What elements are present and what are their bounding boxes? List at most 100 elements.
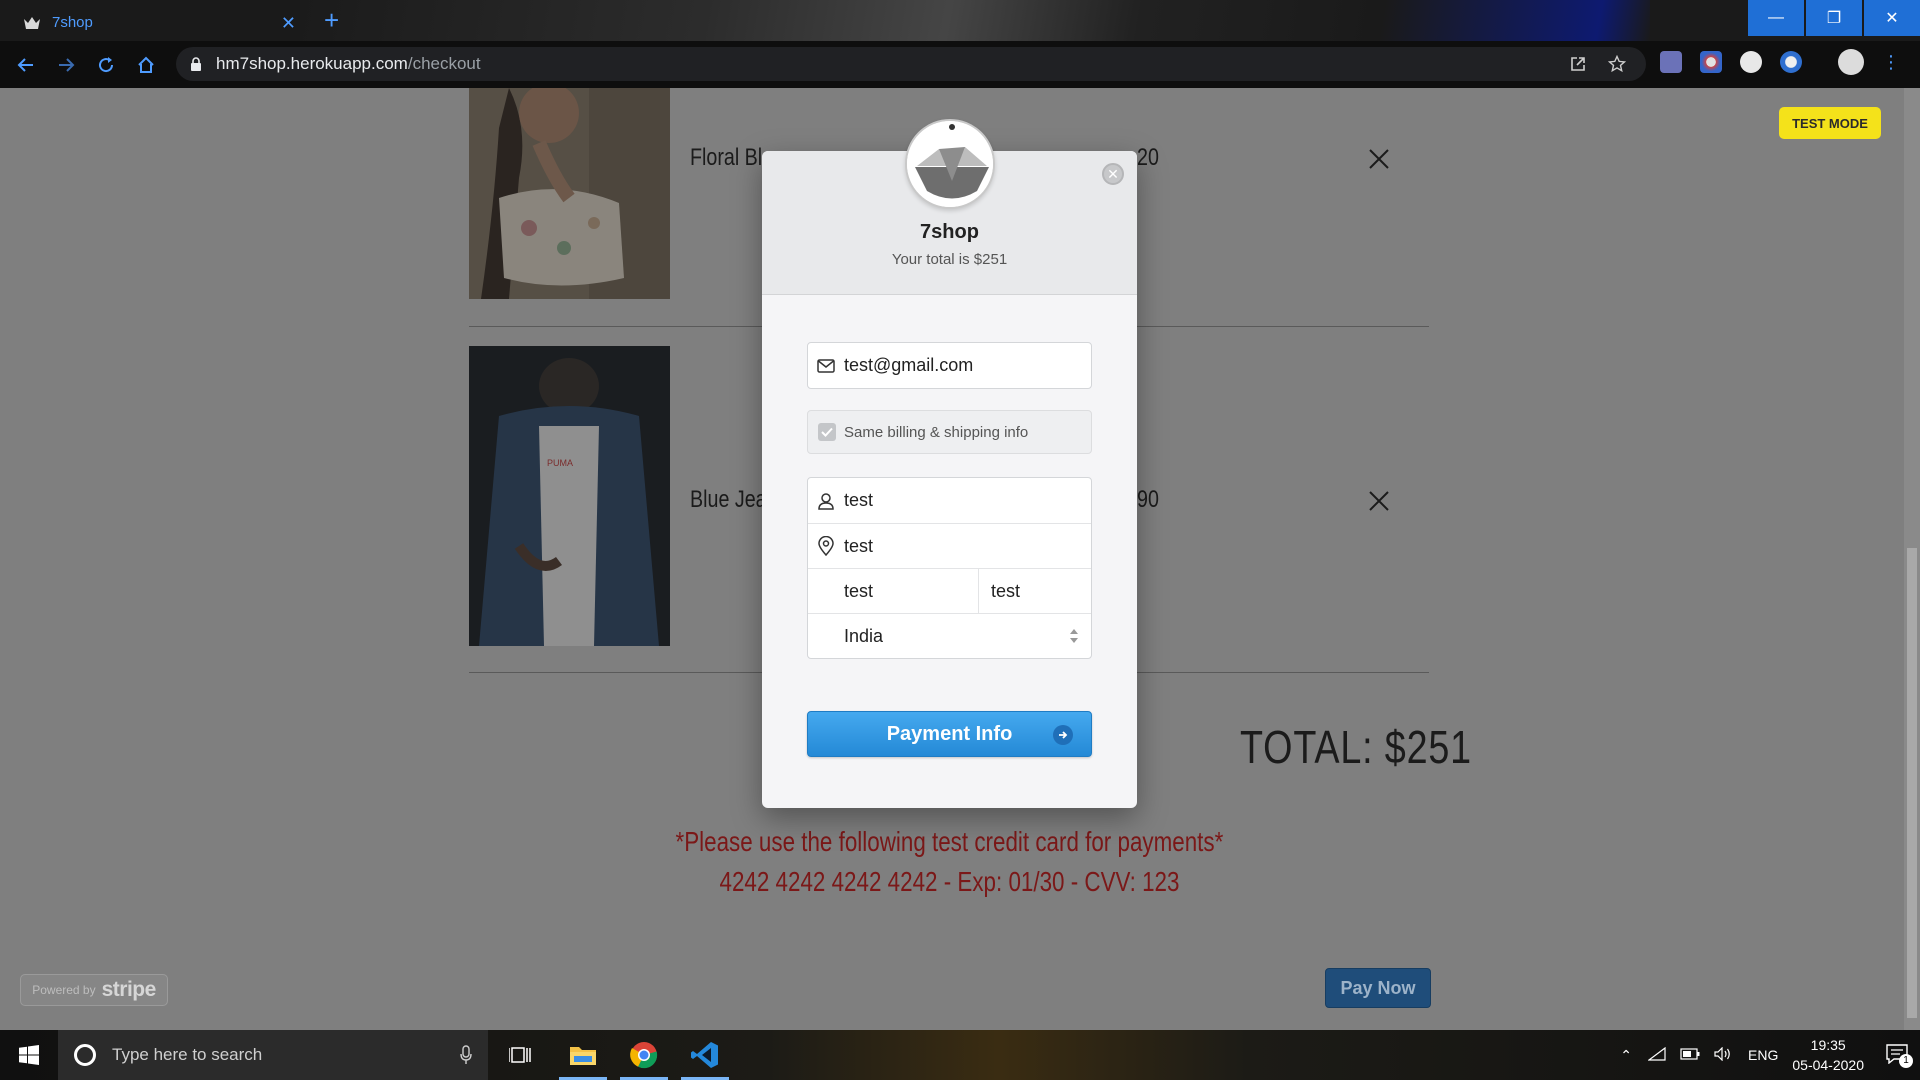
- order-total: TOTAL: $251: [1240, 721, 1472, 773]
- browser-tab[interactable]: 7shop ✕: [12, 4, 308, 41]
- language-indicator[interactable]: ENG: [1748, 1047, 1778, 1063]
- modal-merchant-name: 7shop: [920, 221, 979, 243]
- url-host: hm7shop.herokuapp.com: [216, 54, 408, 73]
- task-view-icon: [509, 1047, 531, 1063]
- tab-title: 7shop: [52, 14, 93, 31]
- back-button[interactable]: [6, 45, 46, 85]
- remove-item-2-icon[interactable]: [1368, 490, 1390, 512]
- url-path: /checkout: [407, 54, 481, 73]
- test-card-note-line2: 4242 4242 4242 4242 - Exp: 01/30 - CVV: …: [719, 866, 1179, 897]
- address-field-group: test test test test India: [807, 477, 1092, 659]
- select-arrows-icon: [1069, 628, 1079, 644]
- page-scrollbar[interactable]: [1904, 88, 1920, 1030]
- browser-menu-icon[interactable]: ⋮: [1882, 52, 1900, 73]
- test-card-details: 4242 4242 4242 4242 - Exp: 01/30 - CVV: …: [469, 866, 1429, 898]
- tray-overflow-chevron-icon[interactable]: ⌃: [1620, 1047, 1632, 1064]
- modal-total: Your total is $251: [891, 251, 1008, 268]
- extension-4-icon[interactable]: [1780, 51, 1802, 73]
- vscode-app[interactable]: [677, 1030, 733, 1080]
- name-row[interactable]: test: [808, 478, 1091, 523]
- home-button[interactable]: [126, 45, 166, 85]
- modal-close-button[interactable]: ✕: [1102, 163, 1124, 185]
- remove-item-1-icon[interactable]: [1368, 148, 1390, 170]
- start-button[interactable]: [0, 1030, 58, 1080]
- clock-time: 19:35: [1810, 1037, 1846, 1053]
- svg-text:PUMA: PUMA: [547, 458, 573, 468]
- taskbar-clock[interactable]: 19:35 05-04-2020: [1792, 1035, 1864, 1075]
- email-field[interactable]: test@gmail.com: [844, 355, 973, 376]
- location-pin-icon: [808, 536, 844, 556]
- product-price-1: 20: [1137, 144, 1159, 171]
- arrow-right-icon: [1053, 725, 1073, 745]
- product-name-2: Blue Jear: [690, 486, 774, 513]
- same-billing-label: Same billing & shipping info: [844, 423, 1029, 441]
- merchant-logo: [905, 119, 995, 209]
- person-icon: [808, 492, 844, 510]
- minimize-button[interactable]: —: [1748, 0, 1804, 36]
- product-name-1: Floral Blo: [690, 144, 774, 171]
- mountain-logo-icon: [907, 121, 993, 207]
- powered-by-stripe-badge[interactable]: Powered by stripe: [20, 974, 168, 1006]
- stripe-logo: stripe: [101, 978, 157, 1001]
- network-icon[interactable]: [1647, 1046, 1666, 1064]
- close-window-button[interactable]: ✕: [1864, 0, 1920, 36]
- same-billing-checkbox-row[interactable]: Same billing & shipping info: [807, 410, 1092, 454]
- browser-toolbar: hm7shop.herokuapp.com/checkout ⋮: [0, 41, 1920, 88]
- stripe-checkout-modal: ✕ 7shop Your total is $251 test@gmail.co…: [762, 119, 1137, 808]
- email-row[interactable]: test@gmail.com: [808, 343, 1091, 388]
- payment-info-button[interactable]: Payment Info: [807, 711, 1092, 757]
- folder-icon: [570, 1047, 596, 1065]
- taskbar-search-box[interactable]: Type here to search: [58, 1030, 488, 1080]
- open-external-icon[interactable]: [1570, 56, 1586, 72]
- city-field[interactable]: test: [844, 568, 979, 614]
- file-explorer-app[interactable]: [555, 1030, 611, 1080]
- new-tab-button[interactable]: +: [324, 6, 339, 34]
- reload-icon: [99, 56, 114, 72]
- search-placeholder: Type here to search: [112, 1045, 263, 1064]
- test-mode-badge: TEST MODE: [1779, 107, 1881, 139]
- home-icon: [138, 56, 154, 73]
- address-row[interactable]: test: [808, 523, 1091, 568]
- system-tray: ⌃ ENG 19:35 05-04-2020 1: [1620, 1030, 1920, 1080]
- powered-by-label: Powered by: [32, 983, 96, 997]
- window-controls: — ❐ ✕: [1746, 0, 1920, 36]
- back-arrow-icon: [17, 57, 33, 72]
- country-select[interactable]: India: [808, 613, 1091, 658]
- envelope-icon: [808, 358, 844, 373]
- same-billing-checkbox[interactable]: [818, 423, 836, 441]
- battery-icon[interactable]: [1680, 1047, 1700, 1063]
- product-image-floral-blouse: [469, 88, 670, 299]
- street-address-field[interactable]: test: [844, 536, 873, 557]
- chrome-app[interactable]: [616, 1030, 672, 1080]
- profile-avatar[interactable]: [1838, 49, 1864, 75]
- address-bar[interactable]: hm7shop.herokuapp.com/checkout: [176, 47, 1646, 81]
- city-zip-row: test test: [808, 568, 1091, 614]
- notification-count: 1: [1899, 1053, 1913, 1068]
- action-center-button[interactable]: 1: [1886, 1043, 1913, 1068]
- browser-titlebar: 7shop ✕ + — ❐ ✕: [0, 0, 1920, 41]
- email-field-group: test@gmail.com: [807, 342, 1092, 389]
- windows-taskbar: Type here to search ⌃ ENG 19:35 05-04-20…: [0, 1030, 1920, 1080]
- zip-field[interactable]: test: [979, 569, 1020, 614]
- tab-close-icon[interactable]: ✕: [281, 14, 296, 32]
- volume-icon[interactable]: [1714, 1046, 1732, 1064]
- forward-button[interactable]: [46, 45, 86, 85]
- bookmark-star-icon[interactable]: [1608, 55, 1626, 73]
- country-value: India: [844, 625, 884, 646]
- cortana-icon: [74, 1044, 96, 1066]
- titlebar-background: [300, 0, 1650, 41]
- address-bar-actions: [1570, 47, 1626, 81]
- forward-arrow-icon: [59, 57, 75, 72]
- extension-1-icon[interactable]: [1660, 51, 1682, 73]
- test-card-note: *Please use the following test credit ca…: [469, 826, 1429, 858]
- reload-button[interactable]: [86, 45, 126, 85]
- extension-2-icon[interactable]: [1700, 51, 1722, 73]
- pay-now-button[interactable]: Pay Now: [1325, 968, 1431, 1008]
- extension-3-icon[interactable]: [1740, 51, 1762, 73]
- restore-button[interactable]: ❐: [1806, 0, 1862, 36]
- checkmark-icon: [821, 427, 833, 437]
- name-field[interactable]: test: [844, 490, 873, 511]
- scrollbar-thumb[interactable]: [1907, 548, 1917, 1018]
- task-view-button[interactable]: [492, 1030, 548, 1080]
- microphone-icon[interactable]: [460, 1045, 472, 1065]
